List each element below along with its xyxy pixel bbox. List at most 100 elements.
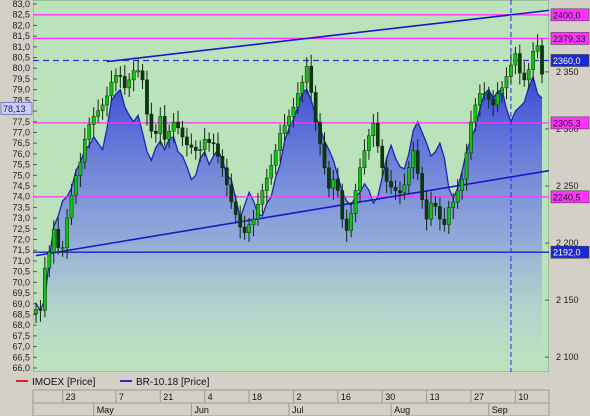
candle-body xyxy=(491,99,496,106)
candle-body xyxy=(393,186,398,191)
candle-body xyxy=(180,127,185,138)
candle-body xyxy=(438,206,442,220)
right-axis-tick-label: 2 350 xyxy=(556,67,579,77)
candle-body xyxy=(153,130,158,134)
month-tick-label: Jun xyxy=(194,405,209,415)
candle-body xyxy=(273,150,278,166)
candle-body xyxy=(74,175,78,196)
candle-body xyxy=(446,207,451,226)
candle-body xyxy=(51,229,56,253)
left-axis-tick-label: 80,5 xyxy=(12,53,30,63)
day-tick-label: 30 xyxy=(385,392,395,402)
level-label: 2400,0 xyxy=(553,10,581,20)
month-tick-label: Sep xyxy=(492,405,508,415)
candle-body xyxy=(69,194,74,219)
day-tick-label: 4 xyxy=(208,392,213,402)
candle-body xyxy=(384,167,389,182)
candle-body xyxy=(43,267,47,311)
candle-body xyxy=(185,136,189,146)
candle-body xyxy=(189,144,194,148)
candle-body xyxy=(109,81,114,97)
candle-body xyxy=(114,75,118,83)
left-axis-tick-label: 83,0 xyxy=(12,0,30,9)
level-label: 2192,0 xyxy=(553,248,581,258)
candle-body xyxy=(540,45,544,75)
left-axis-tick-label: 67,5 xyxy=(12,331,30,341)
candle-body xyxy=(296,93,300,108)
current-value-label: 78,13 xyxy=(3,104,26,114)
candle-body xyxy=(96,110,100,117)
left-axis-tick-label: 71,0 xyxy=(12,256,30,266)
candle-body xyxy=(509,64,513,77)
left-axis-tick-label: 75,0 xyxy=(12,170,30,180)
candle-body xyxy=(486,93,491,100)
day-tick-label: 16 xyxy=(341,392,351,402)
left-axis-tick-label: 77,5 xyxy=(12,117,30,127)
candle-body xyxy=(193,146,198,151)
candle-body xyxy=(478,93,482,106)
candle-body xyxy=(455,190,460,203)
left-axis-tick-label: 69,0 xyxy=(12,299,30,309)
candle-body xyxy=(291,107,296,117)
left-axis-tick-label: 79,5 xyxy=(12,74,30,84)
candle-body xyxy=(176,121,180,129)
candle-body xyxy=(220,156,225,168)
candle-body xyxy=(149,113,154,132)
candle-body xyxy=(482,93,487,96)
candle-body xyxy=(233,201,238,215)
right-axis-tick-label: 2 150 xyxy=(556,295,579,305)
candle-body xyxy=(56,229,61,248)
left-axis-tick-label: 67,0 xyxy=(12,342,30,352)
left-axis-tick-label: 70,0 xyxy=(12,277,30,287)
day-tick-label: 7 xyxy=(119,392,124,402)
candle-body xyxy=(282,125,287,134)
left-axis-tick-label: 68,5 xyxy=(12,309,30,319)
candle-body xyxy=(362,150,367,168)
candle-body xyxy=(34,308,38,315)
candle-body xyxy=(145,79,149,115)
month-tick-label: Jul xyxy=(292,405,304,415)
left-axis-tick-label: 77,0 xyxy=(12,127,30,137)
month-tick-label: May xyxy=(97,405,115,415)
candle-body xyxy=(327,167,331,189)
day-tick-label: 18 xyxy=(252,392,262,402)
candle-body xyxy=(322,143,327,168)
candle-body xyxy=(464,152,469,180)
candle-body xyxy=(335,178,340,191)
candle-body xyxy=(211,142,216,145)
candle-body xyxy=(127,79,132,89)
month-tick-label: Aug xyxy=(394,405,410,415)
candle-body xyxy=(78,161,83,176)
candle-body xyxy=(375,122,380,147)
left-axis-tick-label: 79,0 xyxy=(12,85,30,95)
left-axis-tick-label: 81,0 xyxy=(12,42,30,52)
candle-body xyxy=(136,70,140,73)
candle-body xyxy=(522,72,527,81)
left-axis-tick-label: 82,0 xyxy=(12,20,30,30)
candle-body xyxy=(358,167,362,191)
candle-body xyxy=(371,122,376,137)
candle-body xyxy=(495,93,500,106)
left-axis-tick-label: 68,0 xyxy=(12,320,30,330)
candle-body xyxy=(38,308,43,311)
left-axis-tick-label: 66,0 xyxy=(12,363,30,373)
legend-entry: BR-10.18 [Price] xyxy=(136,377,210,388)
left-axis-tick-label: 69,5 xyxy=(12,288,30,298)
right-axis-tick-label: 2 100 xyxy=(556,352,579,362)
candle-body xyxy=(411,150,416,168)
candle-body xyxy=(162,116,167,140)
candle-body xyxy=(420,173,425,200)
candle-body xyxy=(278,133,282,151)
candle-body xyxy=(158,116,163,134)
candle-body xyxy=(424,199,429,220)
left-axis-tick-label: 76,5 xyxy=(12,138,30,148)
candle-body xyxy=(82,138,87,163)
candle-body xyxy=(269,165,274,179)
candle-body xyxy=(331,178,336,189)
candle-body xyxy=(517,53,522,74)
left-axis-tick-label: 72,0 xyxy=(12,235,30,245)
left-axis-tick-label: 74,5 xyxy=(12,181,30,191)
candle-body xyxy=(433,202,438,207)
left-axis-tick-label: 66,5 xyxy=(12,352,30,362)
candle-body xyxy=(451,201,456,208)
